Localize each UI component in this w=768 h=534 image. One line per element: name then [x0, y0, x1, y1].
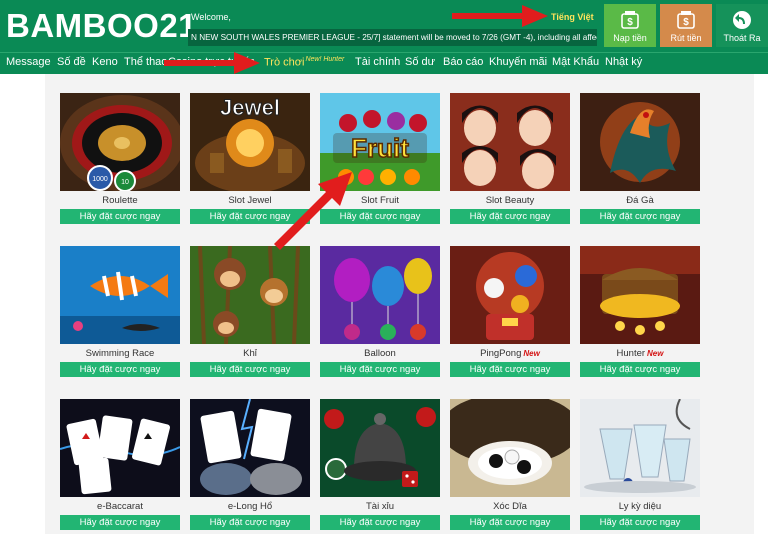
game-thumbnail-xoc-dia[interactable] [450, 399, 570, 497]
bet-now-button[interactable]: Hãy đặt cược ngay [580, 362, 700, 377]
svg-text:$: $ [683, 17, 689, 28]
game-thumbnail-magic-cup[interactable] [580, 399, 700, 497]
nav-finance[interactable]: Tài chính [355, 56, 400, 68]
svg-text:$: $ [627, 17, 633, 28]
bet-now-button[interactable]: Hãy đặt cược ngay [320, 362, 440, 377]
nav-log[interactable]: Nhật ký [605, 56, 642, 68]
game-name: Khỉ [243, 348, 257, 359]
news-ticker: N NEW SOUTH WALES PREMIER LEAGUE - 25/7]… [188, 29, 597, 46]
bet-now-button[interactable]: Hãy đặt cược ngay [450, 209, 570, 224]
game-name: Swimming Race [85, 348, 155, 359]
withdraw-label: Rút tiền [670, 33, 702, 43]
header: BAMBOO21 Welcome, Tiếng Việt N NEW SOUTH… [0, 0, 768, 52]
language-switch[interactable]: Tiếng Việt [551, 12, 594, 22]
bet-now-button[interactable]: Hãy đặt cược ngay [190, 362, 310, 377]
bet-now-button[interactable]: Hãy đặt cược ngay [450, 515, 570, 530]
game-name-text: PingPong [480, 348, 522, 359]
game-name: PingPong New [450, 348, 570, 359]
bet-now-button[interactable]: Hãy đặt cược ngay [190, 209, 310, 224]
game-name: Ly kỳ diệu [618, 501, 662, 512]
bet-now-button[interactable]: Hãy đặt cược ngay [190, 515, 310, 530]
nav-message[interactable]: Message [6, 56, 51, 68]
game-thumbnail-hunter[interactable] [580, 246, 700, 344]
roulette-chip-10: 10 [121, 179, 129, 186]
site-logo[interactable]: BAMBOO21 [6, 7, 197, 45]
nav-sports[interactable]: Thể thao [124, 56, 167, 68]
game-thumbnail-slot-fruit[interactable]: Fruit [320, 93, 440, 191]
nav-keno[interactable]: Keno [92, 56, 118, 68]
bet-now-button[interactable]: Hãy đặt cược ngay [580, 515, 700, 530]
game-name: Slot Jewel [228, 195, 272, 206]
main-nav: Message Số đề Keno Thể thao Casino trực … [0, 52, 768, 74]
nav-games[interactable]: Trò chơiNew! Hunter [264, 56, 344, 69]
jewel-title-text: Jewel [220, 95, 280, 120]
bet-now-button[interactable]: Hãy đặt cược ngay [60, 209, 180, 224]
game-name: Balloon [364, 348, 396, 359]
game-name: e-Baccarat [97, 501, 143, 512]
bet-now-button[interactable]: Hãy đặt cược ngay [60, 515, 180, 530]
game-thumbnail-pingpong[interactable] [450, 246, 570, 344]
bet-now-button[interactable]: Hãy đặt cược ngay [60, 362, 180, 377]
games-grid: 1000 10 Roulette Hãy đặt cược ngay Jewel… [45, 74, 754, 534]
game-thumbnail-e-baccarat[interactable] [60, 399, 180, 497]
wallet-dollar-icon: $ [677, 11, 695, 29]
new-badge: New [647, 349, 664, 358]
nav-balance[interactable]: Số dư [405, 56, 435, 68]
fruit-title-text: Fruit [351, 133, 409, 163]
wallet-dollar-icon: $ [621, 11, 639, 29]
nav-reports[interactable]: Báo cáo [443, 56, 483, 68]
nav-password[interactable]: Mật Khẩu [552, 56, 599, 68]
game-thumbnail-slot-beauty[interactable] [450, 93, 570, 191]
nav-games-label: Trò chơi [264, 56, 305, 69]
game-thumbnail-monkey[interactable] [190, 246, 310, 344]
logout-label: Thoát Ra [723, 33, 761, 43]
game-thumbnail-cockfight[interactable] [580, 93, 700, 191]
game-name: Đá Gà [626, 195, 654, 206]
nav-promotions[interactable]: Khuyến mãi [489, 56, 547, 68]
game-thumbnail-balloon[interactable] [320, 246, 440, 344]
game-thumbnail-swimming-race[interactable] [60, 246, 180, 344]
logout-button[interactable]: Thoát Ra [716, 4, 768, 47]
nav-lottery[interactable]: Số đề [57, 56, 86, 68]
game-name-text: Hunter [616, 348, 646, 359]
game-thumbnail-e-long-ho[interactable] [190, 399, 310, 497]
game-thumbnail-tai-xiu[interactable] [320, 399, 440, 497]
welcome-text: Welcome, [191, 12, 231, 22]
game-thumbnail-slot-jewel[interactable]: Jewel [190, 93, 310, 191]
game-name: Xóc Dĩa [493, 501, 527, 512]
game-thumbnail-roulette[interactable]: 1000 10 [60, 93, 180, 191]
game-name: Tài xỉu [366, 501, 394, 512]
withdraw-button[interactable]: $ Rút tiền [660, 4, 712, 47]
bet-now-button[interactable]: Hãy đặt cược ngay [320, 209, 440, 224]
new-badge: New [523, 349, 540, 358]
bet-now-button[interactable]: Hãy đặt cược ngay [450, 362, 570, 377]
nav-casino[interactable]: Casino trực tuyến [168, 56, 255, 68]
game-name: e-Long Hổ [227, 501, 273, 512]
logout-arrow-icon [733, 11, 751, 29]
bet-now-button[interactable]: Hãy đặt cược ngay [580, 209, 700, 224]
game-name: Roulette [102, 195, 138, 206]
game-name: Hunter New [580, 348, 700, 359]
game-name: Slot Fruit [360, 195, 399, 206]
roulette-chip-1000: 1000 [92, 176, 108, 183]
deposit-button[interactable]: $ Nạp tiền [604, 4, 656, 47]
game-name: Slot Beauty [485, 195, 535, 206]
nav-new-tag: New! Hunter [305, 56, 345, 63]
deposit-label: Nạp tiền [613, 33, 647, 43]
bet-now-button[interactable]: Hãy đặt cược ngay [320, 515, 440, 530]
